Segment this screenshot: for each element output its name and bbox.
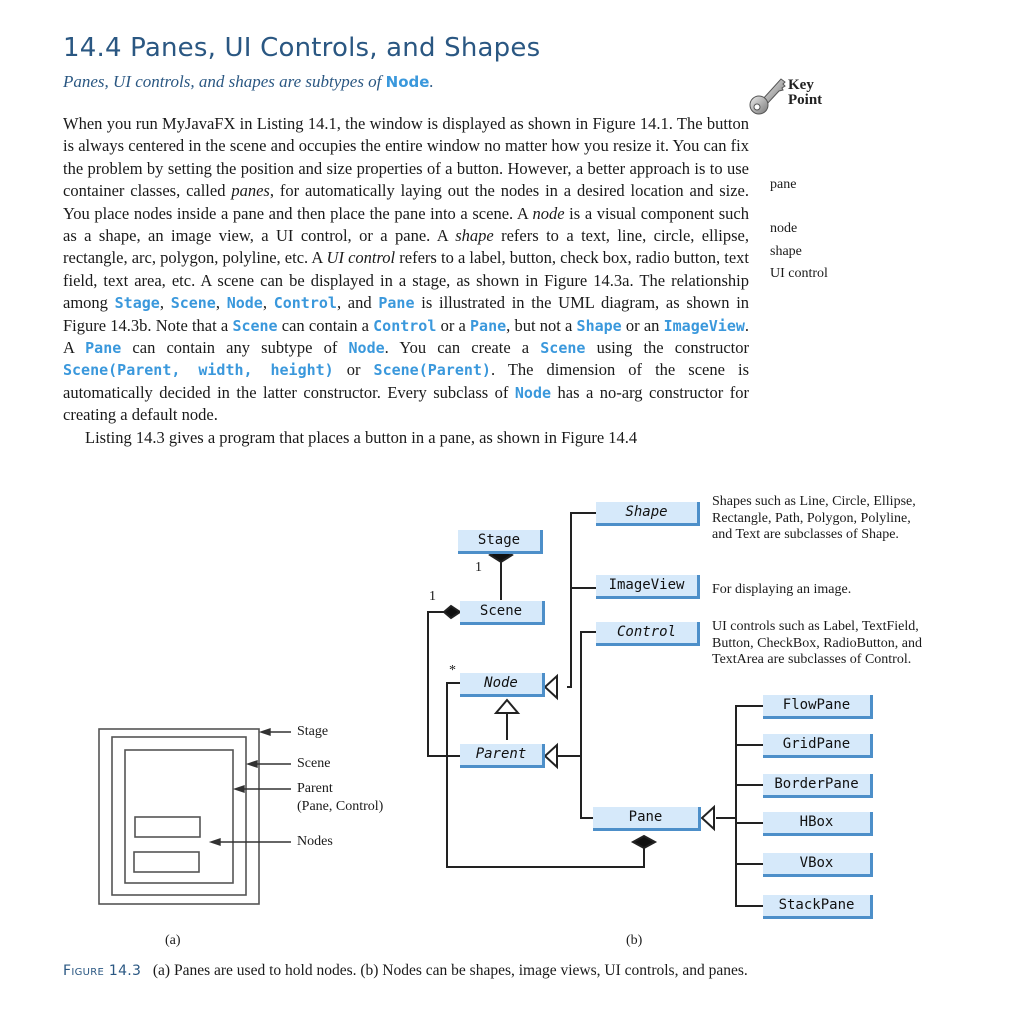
uml-class-vbox: VBox: [763, 853, 873, 877]
figure-caption: Figure 14.3 (a) Panes are used to hold n…: [63, 962, 748, 980]
figure-b-sublabel: (b): [626, 933, 643, 948]
figure-a-drawing: [98, 728, 260, 905]
composition-diamond-pane: [630, 834, 658, 850]
note-shape: Shapes such as Line, Circle, Ellipse, Re…: [712, 494, 916, 542]
uml-class-scene: Scene: [460, 601, 545, 625]
uml-class-hbox: HBox: [763, 812, 873, 836]
uml-class-gridpane: GridPane: [763, 734, 873, 758]
generalization-parent: [543, 742, 558, 770]
uml-class-pane: Pane: [593, 807, 701, 831]
figure-a-sublabel: (a): [165, 933, 181, 948]
uml-class-parent: Parent: [460, 744, 545, 768]
label-scene: Scene: [297, 756, 331, 771]
generalization-node-right: [543, 673, 558, 701]
label-parent: Parent: [297, 781, 333, 796]
figure-caption-label: Figure 14.3: [63, 963, 142, 979]
uml-class-control: Control: [596, 622, 700, 646]
label-nodes: Nodes: [297, 834, 333, 849]
note-control: UI controls such as Label, TextField, Bu…: [712, 619, 922, 667]
generalization-node-bottom: [493, 698, 521, 714]
label-stage: Stage: [297, 724, 329, 739]
node-rect-1: [134, 816, 201, 838]
uml-class-stackpane: StackPane: [763, 895, 873, 919]
note-imageview: For displaying an image.: [712, 582, 852, 597]
multiplicity-node-many: *: [449, 663, 456, 678]
node-rect-2: [133, 851, 200, 873]
figure-caption-text: (a) Panes are used to hold nodes. (b) No…: [152, 962, 748, 979]
uml-class-shape: Shape: [596, 502, 700, 526]
uml-class-flowpane: FlowPane: [763, 695, 873, 719]
uml-class-stage: Stage: [458, 530, 543, 554]
figure-a-arrows: [208, 728, 291, 846]
uml-class-node: Node: [460, 673, 545, 697]
uml-class-imageview: ImageView: [596, 575, 700, 599]
composition-diamond-scene: [442, 604, 462, 620]
multiplicity-stage-scene: 1: [475, 560, 482, 575]
label-parent-types: (Pane, Control): [297, 799, 384, 814]
uml-class-borderpane: BorderPane: [763, 774, 873, 798]
multiplicity-scene-node: 1: [429, 589, 436, 604]
generalization-pane: [700, 804, 715, 832]
